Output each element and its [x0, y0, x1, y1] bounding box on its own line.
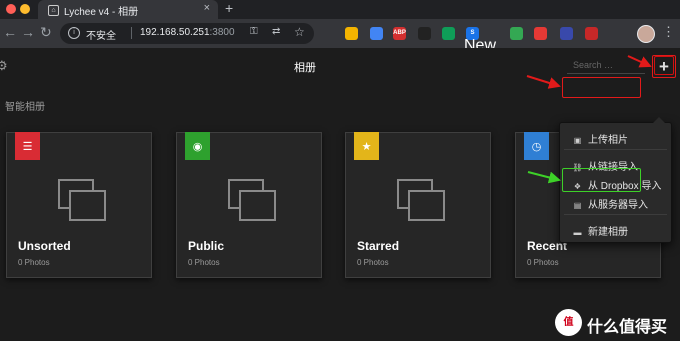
watermark: 值 什么值得买 [555, 309, 680, 339]
red-arrow-2 [526, 75, 561, 89]
red-arrow-1 [627, 55, 652, 68]
watermark-logo: 值 [555, 309, 582, 336]
annotation-arrows [526, 55, 652, 184]
green-arrow [527, 171, 561, 184]
watermark-text: 什么值得买 [587, 319, 668, 336]
